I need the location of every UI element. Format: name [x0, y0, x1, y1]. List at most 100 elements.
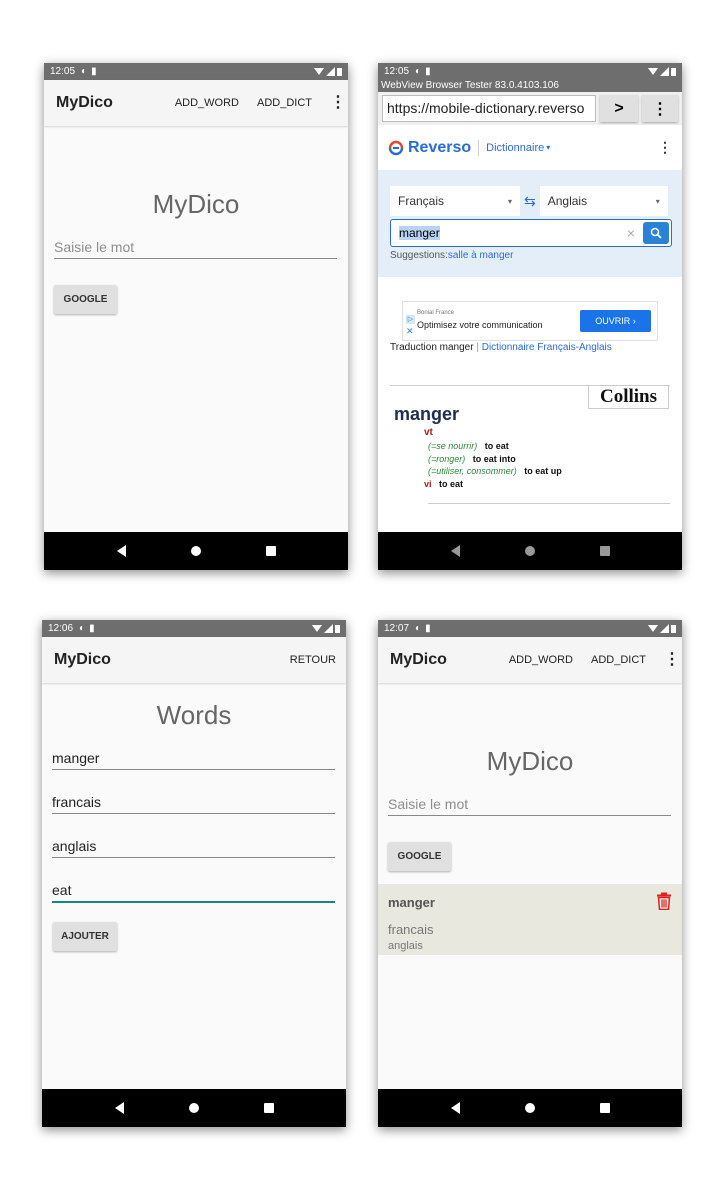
- home-icon[interactable]: [188, 1103, 199, 1113]
- signal-icon: [324, 624, 333, 633]
- reverso-menu-icon[interactable]: ⋮: [658, 139, 672, 156]
- chevron-down-icon: ▾: [655, 196, 660, 206]
- go-button[interactable]: >: [600, 95, 638, 122]
- back-icon[interactable]: [450, 1102, 460, 1114]
- ad-open-button[interactable]: OUVRIR ›: [580, 310, 651, 332]
- status-icons: [314, 67, 342, 76]
- url-row: https://mobile-dictionary.reverso > ⋮: [378, 92, 682, 125]
- google-button[interactable]: GOOGLE: [54, 285, 117, 314]
- translation-field[interactable]: eat: [52, 882, 335, 903]
- add-dict-action[interactable]: ADD_DICT: [257, 97, 312, 109]
- back-icon[interactable]: [450, 545, 460, 557]
- reverso-logo[interactable]: Reverso: [408, 139, 471, 157]
- notification-icon: ◐: [415, 66, 422, 77]
- word-field[interactable]: manger: [52, 750, 335, 770]
- recents-icon[interactable]: [599, 546, 610, 556]
- status-bar: 12:06 ◐ ▮: [42, 620, 346, 637]
- dictionary-menu[interactable]: Dictionnaire: [486, 142, 544, 154]
- phone-screen-words: 12:06 ◐ ▮ MyDico RETOUR Words manger fra…: [42, 620, 346, 1127]
- home-icon[interactable]: [524, 1103, 535, 1113]
- search-value: manger: [399, 226, 440, 240]
- sense-gloss: (=ronger): [428, 453, 466, 464]
- recents-icon[interactable]: [265, 546, 276, 556]
- dictionary-link[interactable]: Dictionnaire Français-Anglais: [482, 342, 612, 353]
- system-nav-bar: [378, 1089, 682, 1127]
- back-action[interactable]: RETOUR: [290, 654, 336, 666]
- add-dict-action[interactable]: ADD_DICT: [591, 654, 646, 666]
- status-time: 12:05: [50, 66, 76, 77]
- word-item-target-language: anglais: [388, 940, 423, 952]
- vi-row: vi to eat: [424, 479, 463, 489]
- home-icon[interactable]: [190, 546, 201, 556]
- status-bar: 12:05 ◐ ▮: [44, 63, 348, 80]
- search-input[interactable]: Saisie le mot: [388, 796, 671, 816]
- sense-gloss: (=utiliser, consommer): [428, 466, 517, 476]
- back-icon[interactable]: [116, 545, 126, 557]
- clear-icon[interactable]: ×: [627, 225, 635, 241]
- back-icon[interactable]: [114, 1102, 124, 1114]
- add-word-action[interactable]: ADD_WORD: [509, 654, 573, 666]
- advertisement[interactable]: ▷ ✕ Bonial France Optimisez votre commun…: [402, 301, 658, 341]
- sense-gloss: (=se nourrir): [428, 441, 478, 451]
- app-title: MyDico: [56, 94, 113, 111]
- sd-card-icon: ▮: [91, 66, 97, 77]
- word-item-source-language: francais: [388, 922, 434, 937]
- page-heading: MyDico: [486, 746, 574, 776]
- word-item-word: manger: [388, 895, 435, 910]
- delete-icon[interactable]: [656, 892, 672, 910]
- system-nav-bar: [42, 1089, 346, 1127]
- entry-senses: (=se nourrir) to eat (=ronger) to eat in…: [428, 440, 562, 478]
- target-language-field[interactable]: anglais: [52, 838, 335, 858]
- dictionary-search-input[interactable]: manger ×: [390, 219, 672, 247]
- system-nav-bar: [378, 532, 682, 570]
- status-time: 12:07: [384, 623, 410, 634]
- overflow-menu-icon[interactable]: ⋮: [330, 95, 346, 111]
- search-icon: [650, 227, 662, 239]
- suggestion-link[interactable]: salle à manger: [448, 250, 514, 261]
- source-language-field[interactable]: francais: [52, 794, 335, 814]
- overflow-menu-icon[interactable]: ⋮: [664, 652, 680, 668]
- google-button[interactable]: GOOGLE: [388, 842, 451, 871]
- entry-headword: manger: [394, 404, 460, 424]
- swap-languages-icon[interactable]: ⇆: [524, 193, 536, 210]
- system-nav-bar: [44, 532, 348, 570]
- reverso-header: Reverso Dictionnaire ▾ ⋮: [378, 125, 682, 170]
- pos-vi: vi: [424, 479, 432, 489]
- target-language-select[interactable]: Anglais ▾: [539, 186, 668, 216]
- status-icons: [648, 67, 676, 76]
- browser-menu-icon[interactable]: ⋮: [642, 95, 678, 122]
- ad-choices-icon[interactable]: ▷: [406, 315, 415, 324]
- page-heading: MyDico: [152, 189, 240, 219]
- ad-brand: Bonial France: [417, 310, 455, 316]
- search-button[interactable]: [643, 222, 669, 244]
- add-button[interactable]: AJOUTER: [53, 922, 117, 951]
- notification-icon: ◐: [79, 623, 86, 634]
- status-time: 12:05: [384, 66, 410, 77]
- url-input[interactable]: https://mobile-dictionary.reverso: [382, 95, 596, 122]
- divider: [428, 503, 670, 504]
- sense-translation: to eat up: [524, 466, 562, 476]
- ad-close-icon[interactable]: ✕: [406, 326, 414, 337]
- page-heading: Words: [156, 700, 232, 730]
- battery-icon: [671, 625, 676, 633]
- target-language: Anglais: [547, 194, 588, 208]
- signal-icon: [326, 67, 335, 76]
- word-list-item[interactable]: manger francais anglais: [378, 884, 682, 955]
- status-bar: 12:05 ◐ ▮: [378, 63, 682, 80]
- phone-screen-main-list: 12:07 ◐ ▮ MyDico ADD_WORD ADD_DICT ⋮ MyD…: [378, 620, 682, 1127]
- recents-icon[interactable]: [599, 1103, 610, 1113]
- search-input[interactable]: Saisie le mot: [54, 239, 337, 259]
- source-language-select[interactable]: Français ▾: [390, 186, 520, 216]
- battery-icon: [337, 68, 342, 76]
- home-icon[interactable]: [524, 546, 535, 556]
- header-divider: [478, 139, 480, 156]
- wifi-icon: [314, 68, 324, 75]
- battery-icon: [335, 625, 340, 633]
- webview-title: WebView Browser Tester 83.0.4103.106: [378, 80, 682, 92]
- vi-translation: to eat: [439, 479, 464, 489]
- app-bar: MyDico ADD_WORD ADD_DICT ⋮: [378, 637, 682, 683]
- add-word-action[interactable]: ADD_WORD: [175, 97, 239, 109]
- notification-icon: ◐: [81, 66, 88, 77]
- ad-text: Optimisez votre communication: [417, 320, 543, 330]
- recents-icon[interactable]: [263, 1103, 274, 1113]
